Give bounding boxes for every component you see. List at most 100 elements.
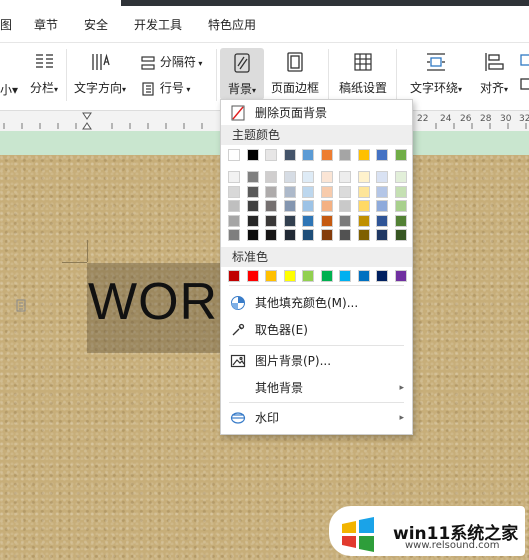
standard-color-swatch[interactable] (357, 270, 370, 282)
theme-shade-swatch[interactable] (357, 214, 370, 227)
tab-special-apps[interactable]: 特色应用 (208, 16, 256, 33)
theme-shade-swatch[interactable] (376, 229, 388, 241)
submenu-arrow-icon: ▸ (399, 383, 404, 393)
align-button[interactable]: 对齐▾ (474, 51, 514, 96)
other-background-item[interactable]: 其他背景 ▸ (221, 376, 412, 400)
theme-color-swatch[interactable] (283, 149, 296, 161)
theme-shade-swatch[interactable] (394, 200, 407, 212)
theme-shade-swatch[interactable] (228, 185, 240, 198)
theme-shade-swatch[interactable] (283, 171, 296, 183)
theme-shade-swatch[interactable] (265, 229, 277, 241)
theme-color-swatch[interactable] (302, 149, 314, 161)
theme-shade-swatch[interactable] (246, 229, 259, 241)
theme-shade-swatch[interactable] (376, 185, 388, 198)
theme-shade-swatch[interactable] (357, 229, 370, 241)
theme-shade-swatch[interactable] (302, 185, 314, 198)
theme-shade-swatch[interactable] (320, 185, 333, 198)
theme-shade-swatch[interactable] (339, 214, 351, 227)
theme-shade-swatch[interactable] (228, 214, 240, 227)
theme-color-swatch[interactable] (265, 149, 277, 161)
theme-shade-swatch[interactable] (246, 185, 259, 198)
tab-chapter[interactable]: 章节 (34, 16, 58, 33)
text-direction-button[interactable]: 文字方向▾ (70, 51, 130, 96)
manuscript-button[interactable]: 稿纸设置 (336, 51, 390, 96)
theme-shade-swatch[interactable] (357, 185, 370, 198)
theme-color-swatch[interactable] (339, 149, 351, 161)
partial-button[interactable]: 小▾ (0, 81, 18, 98)
standard-color-swatch[interactable] (320, 270, 333, 282)
theme-shade-swatch[interactable] (357, 171, 370, 183)
theme-shade-swatch[interactable] (228, 229, 240, 241)
theme-shade-swatch[interactable] (320, 171, 333, 183)
theme-shade-swatch[interactable] (246, 214, 259, 227)
theme-color-swatch[interactable] (320, 149, 333, 161)
remove-page-background-item[interactable]: 删除页面背景 (221, 101, 412, 125)
theme-shade-swatch[interactable] (302, 200, 314, 212)
theme-shade-swatch[interactable] (394, 185, 407, 198)
theme-shade-swatch[interactable] (283, 200, 296, 212)
standard-color-swatch[interactable] (246, 270, 259, 282)
theme-shade-swatch[interactable] (228, 200, 240, 212)
theme-color-swatch[interactable] (394, 149, 407, 161)
separator-label: 分隔符 (159, 55, 196, 69)
standard-color-swatch[interactable] (228, 270, 240, 282)
ribbon-divider (328, 49, 329, 101)
theme-shade-swatch[interactable] (302, 171, 314, 183)
theme-shade-swatch[interactable] (376, 214, 388, 227)
line-number-button[interactable]: 行号 ▾ (140, 79, 190, 96)
background-button[interactable]: 背景▾ (220, 48, 264, 100)
tab-developer[interactable]: 开发工具 (134, 16, 182, 33)
partial-tool-icon[interactable] (518, 53, 529, 101)
standard-color-swatch[interactable] (339, 270, 351, 282)
watermark-item[interactable]: 水印 ▸ (221, 406, 412, 430)
theme-color-swatch[interactable] (228, 149, 240, 161)
eyedropper-item[interactable]: 取色器(E) (221, 318, 412, 342)
theme-shade-swatch[interactable] (228, 171, 240, 183)
more-fill-colors-item[interactable]: 其他填充颜色(M)... (221, 291, 412, 315)
theme-color-swatch[interactable] (246, 149, 259, 161)
standard-color-swatch[interactable] (302, 270, 314, 282)
standard-color-swatch[interactable] (283, 270, 296, 282)
theme-shade-swatch[interactable] (302, 229, 314, 241)
ruler-number: 28 (480, 114, 492, 124)
text-wrap-button[interactable]: 文字环绕▾ (405, 51, 467, 96)
separator-button[interactable]: 分隔符 ▾ (140, 53, 202, 70)
theme-shade-swatch[interactable] (376, 171, 388, 183)
theme-color-swatch[interactable] (376, 149, 388, 161)
standard-color-swatch[interactable] (394, 270, 407, 282)
theme-shade-swatch[interactable] (320, 214, 333, 227)
theme-shade-swatch[interactable] (320, 200, 333, 212)
theme-shade-swatch[interactable] (320, 229, 333, 241)
theme-shade-swatch[interactable] (339, 185, 351, 198)
standard-color-swatch[interactable] (265, 270, 277, 282)
theme-shade-swatch[interactable] (302, 214, 314, 227)
theme-shade-swatch[interactable] (376, 200, 388, 212)
document-text[interactable]: WOR (88, 272, 218, 332)
theme-shade-swatch[interactable] (283, 229, 296, 241)
theme-shade-swatch[interactable] (265, 185, 277, 198)
page-border-button[interactable]: 页面边框 (268, 51, 322, 96)
theme-shade-swatch[interactable] (283, 185, 296, 198)
theme-shade-swatch[interactable] (265, 214, 277, 227)
theme-shade-swatch[interactable] (394, 171, 407, 183)
theme-shade-swatch[interactable] (339, 171, 351, 183)
menu-divider (229, 285, 404, 286)
tab-partial[interactable]: 图 (0, 16, 12, 33)
standard-color-swatch[interactable] (376, 270, 388, 282)
theme-shade-swatch[interactable] (339, 200, 351, 212)
theme-shade-swatch[interactable] (283, 214, 296, 227)
theme-shade-swatch[interactable] (246, 200, 259, 212)
theme-shade-swatch[interactable] (339, 229, 351, 241)
tab-security[interactable]: 安全 (84, 16, 108, 33)
theme-shade-swatch[interactable] (265, 171, 277, 183)
theme-shade-swatch[interactable] (246, 171, 259, 183)
theme-color-swatch[interactable] (357, 149, 370, 161)
theme-shade-swatch[interactable] (394, 229, 407, 241)
picture-background-item[interactable]: 图片背景(P)... (221, 349, 412, 373)
page-border-icon (287, 52, 303, 72)
ruler-number: 30 (500, 114, 512, 124)
theme-shade-swatch[interactable] (394, 214, 407, 227)
theme-shade-swatch[interactable] (357, 200, 370, 212)
columns-button[interactable]: 分栏▾ (24, 51, 64, 96)
theme-shade-swatch[interactable] (265, 200, 277, 212)
